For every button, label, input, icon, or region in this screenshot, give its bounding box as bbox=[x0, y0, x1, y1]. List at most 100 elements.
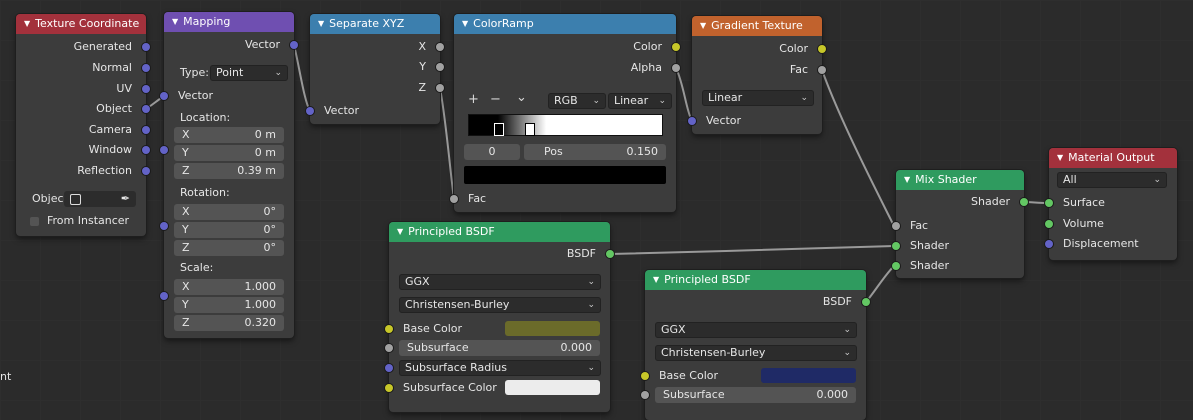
eyedropper-icon[interactable]: ✒ bbox=[121, 191, 130, 207]
collapse-arrow-icon[interactable]: ▼ bbox=[24, 14, 30, 34]
socket-surface[interactable] bbox=[1045, 199, 1053, 207]
separate-xyz-header[interactable]: ▼ Separate XYZ bbox=[310, 14, 440, 34]
distribution-dropdown[interactable]: GGX ⌄ bbox=[655, 322, 857, 338]
socket-base-color[interactable] bbox=[385, 325, 393, 333]
scale-y-field[interactable]: Y 1.000 bbox=[174, 297, 284, 313]
color-mode-dropdown[interactable]: RGB ⌄ bbox=[548, 93, 606, 109]
socket-vector-in[interactable] bbox=[160, 92, 168, 100]
material-output-header[interactable]: ▼ Material Output bbox=[1049, 148, 1177, 168]
socket-fac[interactable] bbox=[818, 66, 826, 74]
texture-coordinate-node[interactable]: ▼ Texture Coordinate Generated Normal UV … bbox=[16, 14, 150, 236]
socket-vector-out[interactable] bbox=[290, 41, 298, 49]
stop-index-field[interactable]: 0 bbox=[464, 144, 520, 160]
target-dropdown[interactable]: All ⌄ bbox=[1057, 172, 1167, 188]
socket-subsurface[interactable] bbox=[385, 344, 393, 352]
colorramp-node[interactable]: ▼ ColorRamp Color Alpha + − ⌄ RGB ⌄ Linear… bbox=[450, 14, 680, 212]
socket-reflection[interactable] bbox=[142, 167, 150, 175]
base-color-swatch[interactable] bbox=[505, 321, 600, 336]
collapse-arrow-icon[interactable]: ▼ bbox=[397, 222, 403, 242]
material-output-node[interactable]: ▼ Material Output All ⌄ Surface Volume Dis… bbox=[1045, 148, 1177, 260]
gradient-texture-header[interactable]: ▼ Gradient Texture bbox=[692, 16, 822, 36]
socket-shader-in-2[interactable] bbox=[892, 262, 900, 270]
socket-scale[interactable] bbox=[160, 292, 168, 300]
subsurface-field[interactable]: Subsurface 0.000 bbox=[655, 387, 856, 403]
socket-volume[interactable] bbox=[1045, 220, 1053, 228]
socket-color[interactable] bbox=[818, 45, 826, 53]
remove-stop-button[interactable]: − bbox=[490, 92, 501, 107]
rotation-y-field[interactable]: Y 0° bbox=[174, 222, 284, 238]
socket-fac-in[interactable] bbox=[450, 195, 458, 203]
collapse-arrow-icon[interactable]: ▼ bbox=[653, 270, 659, 290]
principled-bsdf-node-1[interactable]: ▼ Principled BSDF BSDF GGX ⌄ Christensen-B… bbox=[385, 222, 614, 412]
socket-vector-in[interactable] bbox=[306, 107, 314, 115]
socket-camera[interactable] bbox=[142, 126, 150, 134]
add-stop-button[interactable]: + bbox=[468, 92, 479, 107]
ramp-stop-black[interactable] bbox=[494, 123, 504, 136]
socket-alpha[interactable] bbox=[672, 64, 680, 72]
location-x-field[interactable]: X0 m bbox=[174, 127, 284, 143]
collapse-arrow-icon[interactable]: ▼ bbox=[904, 170, 910, 190]
mix-shader-header[interactable]: ▼ Mix Shader bbox=[896, 170, 1024, 190]
type-dropdown[interactable]: Point ⌄ bbox=[210, 65, 288, 81]
socket-base-color[interactable] bbox=[641, 372, 649, 380]
socket-subsurface-radius[interactable] bbox=[385, 364, 393, 372]
collapse-arrow-icon[interactable]: ▼ bbox=[172, 12, 178, 32]
socket-bsdf[interactable] bbox=[862, 298, 870, 306]
socket-generated[interactable] bbox=[142, 43, 150, 51]
texture-coordinate-header[interactable]: ▼ Texture Coordinate bbox=[16, 14, 146, 34]
subsurface-color-swatch[interactable] bbox=[505, 380, 600, 395]
scale-z-field[interactable]: Z 0.320 bbox=[174, 315, 284, 331]
socket-displacement[interactable] bbox=[1045, 240, 1053, 248]
subsurface-method-dropdown[interactable]: Christensen-Burley ⌄ bbox=[399, 297, 601, 313]
location-y-field[interactable]: Y0 m bbox=[174, 145, 284, 161]
stop-color-swatch[interactable] bbox=[464, 166, 666, 184]
rotation-x-field[interactable]: X 0° bbox=[174, 204, 284, 220]
principled-bsdf-header[interactable]: ▼ Principled BSDF bbox=[389, 222, 610, 242]
socket-fac-in[interactable] bbox=[892, 222, 900, 230]
location-z-field[interactable]: Z 0.39 m bbox=[174, 163, 284, 179]
socket-x[interactable] bbox=[436, 43, 444, 51]
mapping-node[interactable]: ▼ Mapping Vector Type: Point ⌄ Vector Loca… bbox=[160, 12, 298, 338]
gradient-type-dropdown[interactable]: Linear ⌄ bbox=[702, 90, 814, 106]
scale-x-field[interactable]: X 1.000 bbox=[174, 279, 284, 295]
subsurface-method-dropdown[interactable]: Christensen-Burley ⌄ bbox=[655, 345, 857, 361]
subsurface-radius-dropdown[interactable]: Subsurface Radius ⌄ bbox=[399, 360, 601, 376]
stop-position-field[interactable]: Pos 0.150 bbox=[524, 144, 666, 160]
socket-bsdf[interactable] bbox=[606, 250, 614, 258]
socket-normal[interactable] bbox=[142, 64, 150, 72]
socket-shader-out[interactable] bbox=[1020, 198, 1028, 206]
socket-z[interactable] bbox=[436, 84, 444, 92]
socket-window[interactable] bbox=[142, 146, 150, 154]
collapse-arrow-icon[interactable]: ▼ bbox=[462, 14, 468, 34]
subsurface-field[interactable]: Subsurface 0.000 bbox=[399, 340, 600, 356]
from-instancer-checkbox[interactable] bbox=[30, 217, 39, 226]
mapping-header[interactable]: ▼ Mapping bbox=[164, 12, 294, 32]
separate-xyz-node[interactable]: ▼ Separate XYZ X Y Z Vector bbox=[306, 14, 444, 124]
socket-uv[interactable] bbox=[142, 85, 150, 93]
socket-shader-in-1[interactable] bbox=[892, 242, 900, 250]
collapse-arrow-icon[interactable]: ▼ bbox=[700, 16, 706, 36]
collapse-arrow-icon[interactable]: ▼ bbox=[1057, 148, 1063, 168]
interpolation-dropdown[interactable]: Linear ⌄ bbox=[608, 93, 672, 109]
socket-vector-in[interactable] bbox=[688, 117, 696, 125]
base-color-swatch[interactable] bbox=[761, 368, 856, 383]
principled-bsdf-node-2[interactable]: ▼ Principled BSDF BSDF GGX ⌄ Christensen-B… bbox=[641, 270, 870, 420]
socket-y[interactable] bbox=[436, 63, 444, 71]
colorramp-header[interactable]: ▼ ColorRamp bbox=[454, 14, 676, 34]
principled-bsdf-header[interactable]: ▼ Principled BSDF bbox=[645, 270, 866, 290]
socket-rotation[interactable] bbox=[160, 222, 168, 230]
mix-shader-node[interactable]: ▼ Mix Shader Shader Fac Shader Shader bbox=[892, 170, 1028, 278]
distribution-dropdown[interactable]: GGX ⌄ bbox=[399, 274, 601, 290]
socket-color[interactable] bbox=[672, 43, 680, 51]
ramp-stop-white[interactable] bbox=[525, 123, 535, 136]
socket-subsurface[interactable] bbox=[641, 391, 649, 399]
gradient-texture-node[interactable]: ▼ Gradient Texture Color Fac Linear ⌄ Vect… bbox=[688, 16, 826, 134]
object-picker[interactable]: ✒ bbox=[64, 191, 136, 207]
ramp-menu-button[interactable]: ⌄ bbox=[516, 90, 527, 105]
socket-location[interactable] bbox=[160, 146, 168, 154]
socket-object[interactable] bbox=[142, 105, 150, 113]
collapse-arrow-icon[interactable]: ▼ bbox=[318, 14, 324, 34]
color-ramp-gradient[interactable] bbox=[468, 114, 663, 136]
socket-subsurface-color[interactable] bbox=[385, 384, 393, 392]
rotation-z-field[interactable]: Z 0° bbox=[174, 240, 284, 256]
